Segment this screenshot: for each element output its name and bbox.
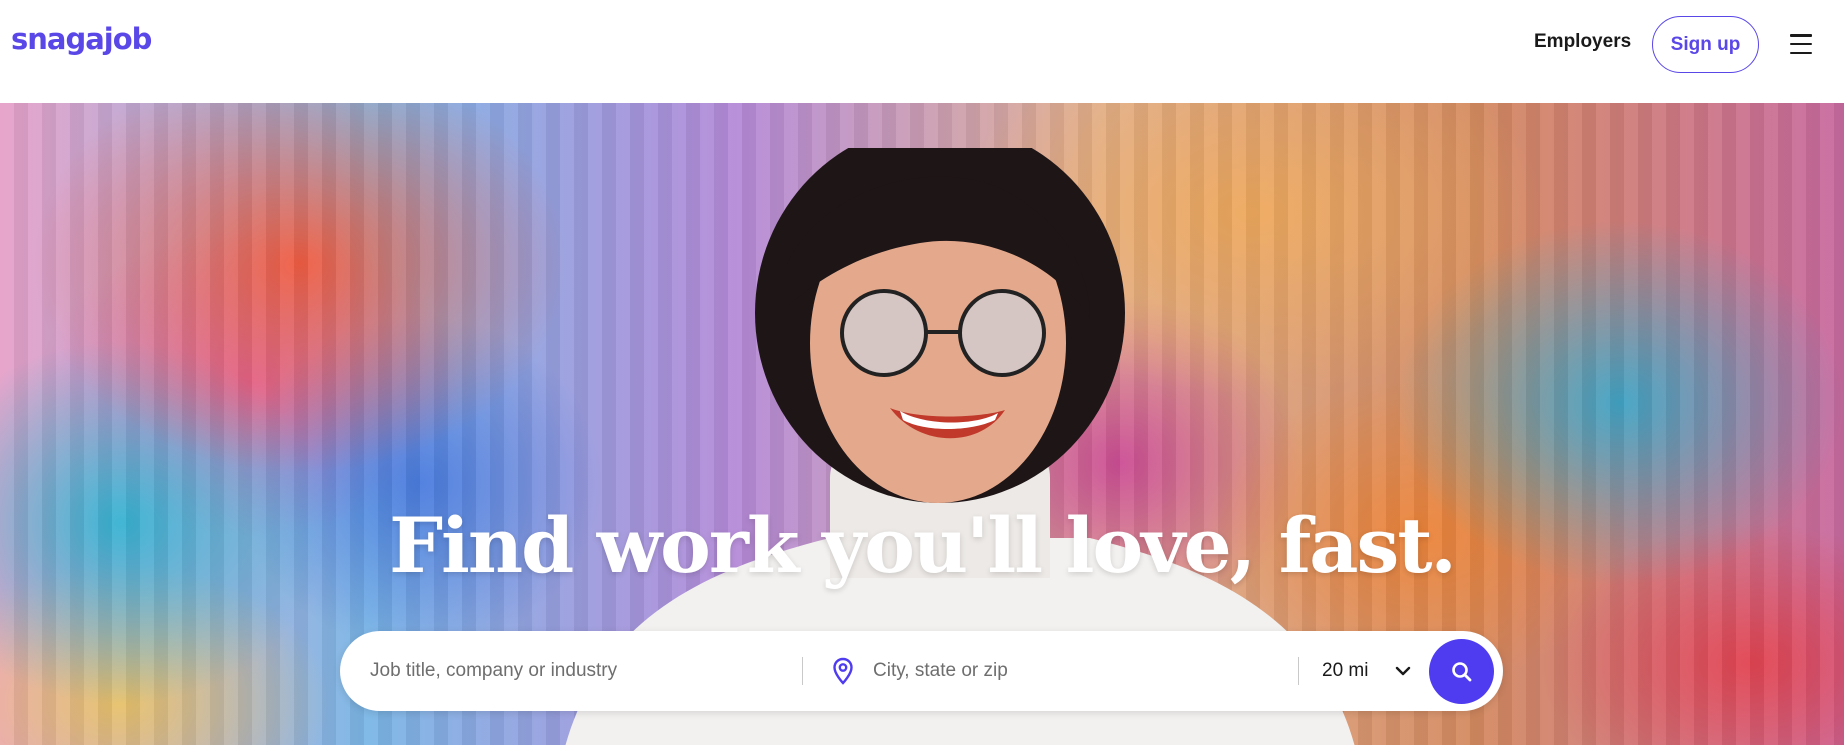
radius-select[interactable]: 20 mi (1320, 651, 1420, 691)
radius-value: 20 mi (1322, 660, 1369, 681)
job-title-input[interactable] (370, 651, 790, 691)
hamburger-menu-icon[interactable] (1790, 34, 1812, 54)
menu-bar-bottom (1790, 51, 1812, 54)
site-header: snagajob Employers Sign up (0, 0, 1844, 103)
search-icon (1451, 661, 1471, 681)
job-search-bar: 20 mi (340, 631, 1503, 711)
location-input[interactable] (873, 651, 1293, 691)
search-divider (802, 657, 803, 685)
employers-link[interactable]: Employers (1534, 31, 1631, 53)
chevron-down-icon (1395, 666, 1411, 676)
menu-bar-top (1790, 34, 1812, 37)
search-divider (1298, 657, 1299, 685)
menu-bar-middle (1790, 42, 1812, 46)
sign-up-button[interactable]: Sign up (1652, 16, 1759, 73)
search-button[interactable] (1429, 639, 1494, 704)
hero-section: Find work you'll love, fast. 20 mi (0, 103, 1844, 745)
map-pin-icon (833, 657, 853, 685)
hero-headline: Find work you'll love, fast. (389, 501, 1457, 590)
snagajob-logo[interactable]: snagajob (11, 22, 152, 56)
